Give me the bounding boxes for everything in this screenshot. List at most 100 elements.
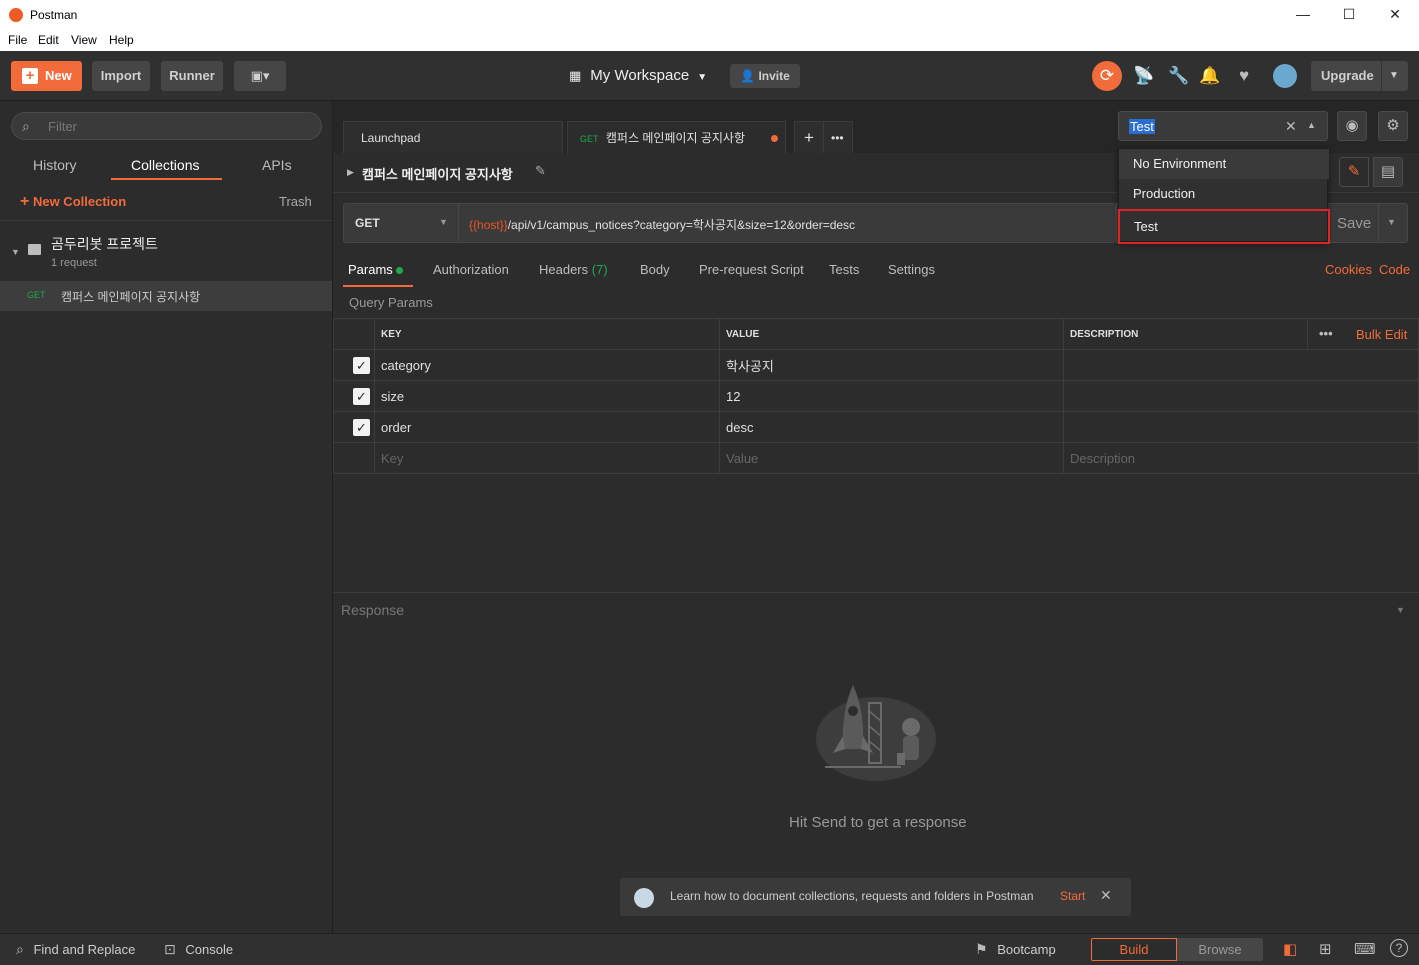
new-key-input[interactable]: Key (374, 442, 720, 474)
param-value[interactable]: 학사공지 (719, 349, 1064, 381)
sync-icon[interactable]: ⟳ (1092, 61, 1122, 91)
tab-authorization[interactable]: Authorization (433, 262, 509, 277)
tab-options-button[interactable]: ••• (823, 121, 853, 153)
avatar[interactable] (1273, 64, 1297, 88)
url-input[interactable]: {{host}}/api/v1/campus_notices?category=… (469, 216, 855, 233)
postman-logo-icon (9, 8, 23, 22)
minimize-button[interactable]: — (1293, 6, 1313, 22)
sidebar: ⌕ Filter History Collections APIs + New … (0, 101, 333, 933)
save-button[interactable]: Save (1337, 215, 1371, 232)
workspace-selector[interactable]: ▦ My Workspace ▼ (569, 67, 707, 84)
close-icon[interactable]: ✕ (1100, 887, 1112, 904)
env-option-none[interactable]: No Environment (1119, 149, 1329, 179)
chevron-down-icon[interactable]: ▼ (1396, 605, 1405, 615)
column-key: KEY (374, 318, 720, 350)
browse-toggle[interactable]: Browse (1177, 938, 1263, 961)
caret-up-icon: ▲ (1307, 120, 1316, 130)
param-description[interactable] (1063, 349, 1419, 381)
param-value[interactable]: 12 (719, 380, 1064, 412)
method-select[interactable]: GET ▼ (344, 204, 459, 242)
add-tab-button[interactable]: + (794, 121, 824, 153)
checkbox-checked-icon[interactable]: ✓ (353, 387, 370, 405)
two-pane-icon[interactable]: ◧ (1283, 940, 1297, 958)
response-label: Response (341, 602, 405, 618)
console-icon: ⊡ (164, 941, 176, 957)
collection-item[interactable]: ▼ 곰두리봇 프로젝트 1 request (0, 221, 332, 281)
new-value-input[interactable]: Value (719, 442, 1064, 474)
param-description[interactable] (1063, 380, 1419, 412)
new-window-button[interactable]: ▣▾ (234, 61, 286, 91)
param-value[interactable]: desc (719, 411, 1064, 443)
tab-indicator (343, 285, 413, 287)
environment-selector[interactable]: Test ✕ ▲ (1118, 111, 1328, 141)
tab-params[interactable]: Params (348, 262, 404, 277)
tab-history[interactable]: History (33, 157, 77, 173)
tab-pre-request-script[interactable]: Pre-request Script (699, 262, 804, 277)
new-description-input[interactable]: Description (1063, 442, 1419, 474)
new-collection-button[interactable]: + New Collection (20, 193, 126, 211)
sidebar-request-item[interactable]: GET 캠퍼스 메인페이지 공지사항 (0, 281, 332, 311)
bell-icon[interactable]: 🔔 (1199, 65, 1221, 87)
more-icon[interactable]: ••• (1319, 326, 1333, 341)
tab-active-request[interactable]: GET 캠퍼스 메인페이지 공지사항 (567, 121, 786, 153)
env-option-production[interactable]: Production (1119, 179, 1329, 209)
tab-tests[interactable]: Tests (829, 262, 859, 277)
satellite-icon[interactable]: 📡 (1133, 65, 1155, 87)
new-button[interactable]: + New (11, 61, 82, 91)
close-button[interactable]: ✕ (1385, 6, 1405, 23)
invite-button[interactable]: 👤 Invite (730, 64, 800, 88)
checkbox-checked-icon[interactable]: ✓ (353, 356, 370, 374)
upgrade-button[interactable]: Upgrade ▼ (1311, 61, 1408, 91)
bootcamp-button[interactable]: ⚑ Bootcamp (975, 941, 1056, 958)
eye-icon[interactable]: ◉ (1337, 111, 1367, 141)
tip-start-link[interactable]: Start (1060, 889, 1085, 903)
table-row: ✓ size 12 (333, 380, 1419, 412)
trash-link[interactable]: Trash (279, 194, 312, 209)
collection-count: 1 request (51, 257, 97, 269)
keyboard-icon[interactable]: ⌨ (1354, 940, 1376, 958)
import-button[interactable]: Import (92, 61, 150, 91)
param-key[interactable]: order (374, 411, 720, 443)
tab-headers[interactable]: Headers (7) (539, 262, 608, 277)
menu-file[interactable]: File (8, 33, 27, 47)
gear-icon[interactable]: ⚙ (1378, 111, 1408, 141)
tab-body[interactable]: Body (640, 262, 670, 277)
status-bar: ⌕ Find and Replace ⊡ Console ⚑ Bootcamp … (0, 933, 1419, 965)
menu-view[interactable]: View (71, 33, 97, 47)
bulk-edit-link[interactable]: Bulk Edit (1356, 327, 1407, 342)
env-option-test[interactable]: Test (1118, 209, 1330, 244)
checkbox-checked-icon[interactable]: ✓ (353, 418, 370, 436)
collection-name: 곰두리봇 프로젝트 (51, 236, 158, 252)
find-replace-button[interactable]: ⌕ Find and Replace (16, 941, 135, 958)
help-icon[interactable]: ? (1390, 939, 1408, 957)
menu-bar: File Edit View Help (0, 30, 1419, 51)
clear-icon[interactable]: ✕ (1285, 118, 1297, 135)
tab-launchpad[interactable]: Launchpad (343, 121, 563, 153)
runner-button[interactable]: Runner (161, 61, 223, 91)
pencil-icon[interactable]: ✎ (535, 163, 546, 179)
lightbulb-icon (634, 888, 654, 908)
save-options-icon[interactable]: ▼ (1387, 217, 1396, 227)
heart-icon[interactable]: ♥ (1233, 65, 1255, 87)
caret-right-icon[interactable]: ▶ (347, 167, 354, 178)
plus-icon: + (22, 68, 38, 84)
param-key[interactable]: category (374, 349, 720, 381)
wrench-icon[interactable]: 🔧 (1168, 65, 1190, 87)
tab-collections[interactable]: Collections (131, 157, 199, 173)
build-toggle[interactable]: Build (1091, 938, 1177, 961)
console-button[interactable]: ⊡ Console (164, 941, 233, 958)
menu-edit[interactable]: Edit (38, 33, 59, 47)
cookies-link[interactable]: Cookies (1325, 262, 1372, 277)
unsaved-dot-icon (771, 135, 778, 142)
tab-settings[interactable]: Settings (888, 262, 935, 277)
tab-indicator (111, 178, 222, 180)
layout-icon[interactable]: ⊞ (1319, 940, 1332, 958)
param-key[interactable]: size (374, 380, 720, 412)
filter-input[interactable]: ⌕ Filter (11, 112, 322, 140)
param-description[interactable] (1063, 411, 1419, 443)
menu-help[interactable]: Help (109, 33, 134, 47)
code-link[interactable]: Code (1379, 262, 1410, 277)
tab-apis[interactable]: APIs (262, 157, 292, 173)
rocket-astronaut-illustration (816, 685, 936, 781)
maximize-button[interactable]: ☐ (1339, 6, 1359, 23)
